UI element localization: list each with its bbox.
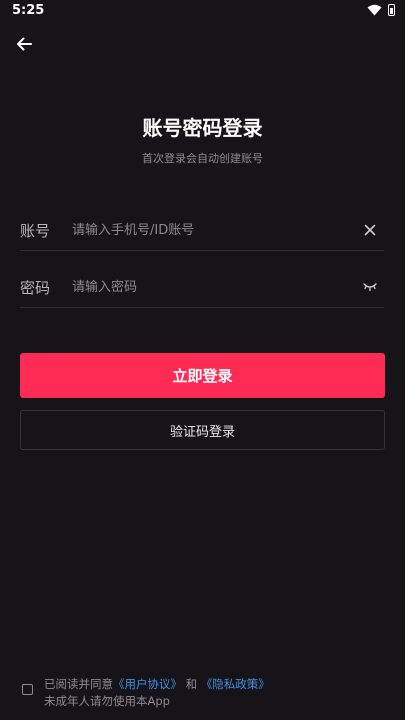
password-label: 密码	[20, 279, 51, 297]
wifi-icon	[367, 4, 382, 16]
user-agreement-link[interactable]: 《用户协议》	[113, 677, 182, 691]
code-login-button[interactable]: 验证码登录	[20, 410, 385, 450]
agreement-checkbox[interactable]	[22, 684, 33, 695]
account-input[interactable]	[72, 216, 332, 244]
toggle-password-visibility-button[interactable]	[360, 277, 380, 297]
page-subtitle: 首次登录会自动创建账号	[142, 152, 263, 165]
status-bar: 5:25	[0, 0, 405, 22]
page-title: 账号密码登录	[142, 116, 263, 140]
status-icons	[367, 4, 395, 16]
account-label: 账号	[20, 222, 51, 240]
password-field-row: 密码	[20, 267, 384, 308]
account-field-row: 账号	[20, 210, 384, 251]
agreement-and: 和	[185, 677, 198, 691]
privacy-policy-link[interactable]: 《隐私政策》	[201, 677, 270, 691]
battery-icon	[388, 4, 395, 16]
agreement-prefix: 已阅读并同意	[44, 677, 113, 691]
login-button[interactable]: 立即登录	[20, 353, 385, 398]
clear-account-button[interactable]	[360, 220, 380, 240]
password-input[interactable]	[72, 273, 332, 301]
minor-notice: 未成年人请勿使用本App	[44, 694, 170, 708]
back-button[interactable]	[12, 32, 36, 56]
arrow-left-icon	[17, 37, 32, 51]
eye-closed-icon	[363, 283, 377, 292]
status-time: 5:25	[12, 3, 45, 18]
clear-icon	[364, 224, 376, 236]
agreement-text: 已阅读并同意《用户协议》 和 《隐私政策》 未成年人请勿使用本App	[44, 676, 270, 710]
